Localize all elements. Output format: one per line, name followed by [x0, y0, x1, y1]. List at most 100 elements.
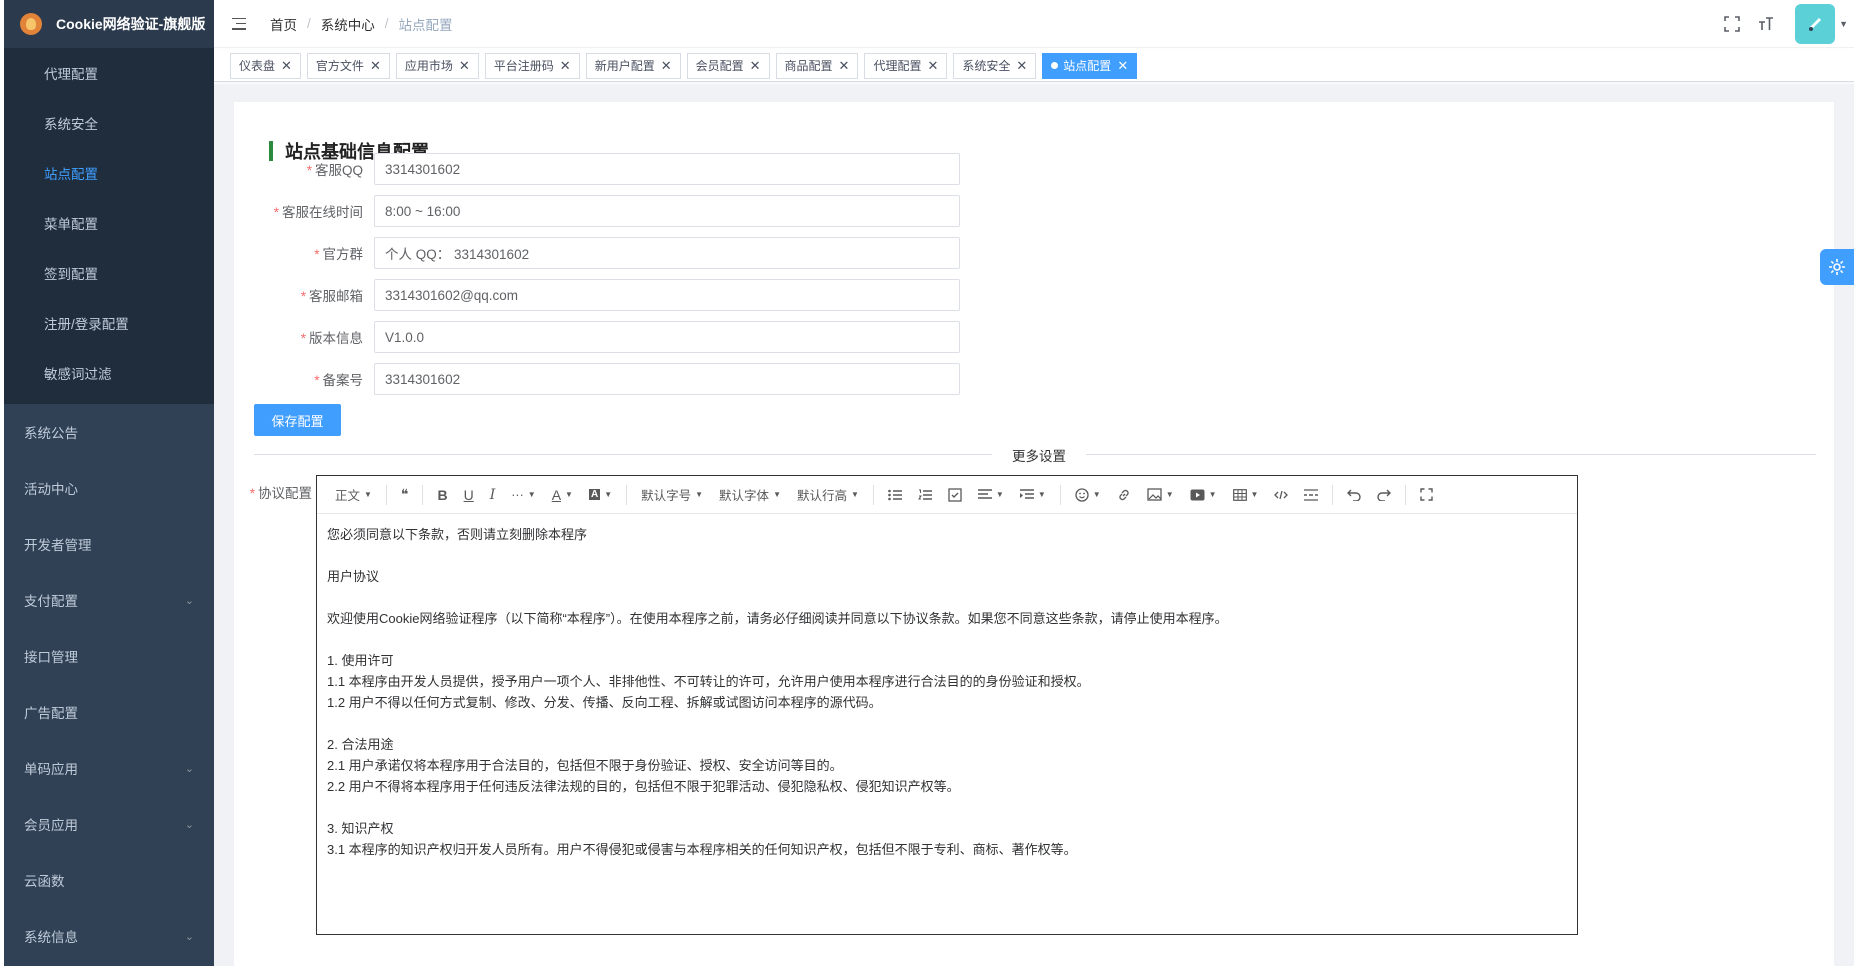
undo-icon[interactable] — [1339, 476, 1369, 514]
tag-register-code[interactable]: 平台注册码 ✕ — [484, 52, 580, 79]
paragraph-select[interactable]: 正文 ▼ — [327, 476, 380, 514]
email-input[interactable] — [374, 279, 960, 311]
font-color-icon[interactable]: A ▼ — [544, 476, 581, 514]
close-icon[interactable]: ✕ — [459, 58, 470, 74]
sidebar-item-label: 敏感词过滤 — [44, 367, 112, 382]
sidebar-item-cloud-function[interactable]: 云函数 — [4, 852, 214, 908]
field-label: * 官方群 — [314, 247, 363, 262]
bg-color-icon[interactable]: A ▼ — [581, 476, 620, 514]
avatar[interactable] — [1795, 4, 1836, 44]
sidebar: Cookie网络验证-旗舰版 代理配置 系统安全 站点配置 菜单配置 签到配置 … — [4, 0, 214, 966]
sidebar-item-checkin-config[interactable]: 签到配置 — [4, 248, 214, 298]
tag-new-user-config[interactable]: 新用户配置 ✕ — [585, 52, 681, 79]
redo-icon[interactable] — [1369, 476, 1399, 514]
chevron-down-icon: ⌄ — [184, 594, 194, 607]
fullscreen-icon[interactable] — [1717, 9, 1747, 39]
close-icon[interactable]: ✕ — [370, 58, 381, 74]
tag-label: 新用户配置 — [594, 59, 655, 73]
font-family-select[interactable]: 默认字体 ▼ — [711, 476, 789, 514]
italic-icon[interactable]: I — [482, 476, 504, 514]
sidebar-item-api[interactable]: 接口管理 — [4, 628, 214, 684]
tag-member-config[interactable]: 会员配置 ✕ — [686, 52, 770, 79]
tag-official-files[interactable]: 官方文件 ✕ — [306, 52, 390, 79]
close-icon[interactable]: ✕ — [1117, 58, 1128, 74]
close-icon[interactable]: ✕ — [560, 58, 571, 74]
tag-dashboard[interactable]: 仪表盘 ✕ — [230, 52, 301, 79]
hamburger-icon[interactable] — [232, 17, 246, 30]
font-size-select[interactable]: 默认字号 ▼ — [633, 476, 711, 514]
editor-content[interactable]: 您必须同意以下条款，否则请立刻删除本程序 用户协议 欢迎使用Cookie网络验证… — [317, 514, 1577, 870]
sidebar-item-site-config[interactable]: 站点配置 — [4, 148, 214, 198]
indent-icon[interactable]: ▼ — [1012, 476, 1054, 514]
close-icon[interactable]: ✕ — [927, 58, 938, 74]
sidebar-item-agent-config[interactable]: 代理配置 — [4, 48, 214, 98]
tag-site-config[interactable]: 站点配置 ✕ — [1042, 52, 1138, 79]
table-icon[interactable]: ▼ — [1225, 476, 1267, 514]
sidebar-item-ads[interactable]: 广告配置 — [4, 684, 214, 740]
qq-input[interactable] — [374, 153, 960, 185]
line-height-select[interactable]: 默认行高 ▼ — [789, 476, 867, 514]
sidebar-item-member-app[interactable]: 会员应用 ⌄ — [4, 796, 214, 852]
sidebar-item-login-config[interactable]: 注册/登录配置 — [4, 298, 214, 348]
tag-agent-config[interactable]: 代理配置 ✕ — [864, 52, 948, 79]
divider-text: 更多设置 — [992, 445, 1086, 465]
bold-icon[interactable]: B — [429, 476, 455, 514]
content-line: 1. 使用许可 — [327, 653, 394, 668]
font-size-icon[interactable] — [1751, 9, 1781, 39]
content-line: 3.1 本程序的知识产权归开发人员所有。用户不得侵犯或侵害与本程序相关的任何知识… — [327, 842, 1077, 857]
link-icon[interactable] — [1109, 476, 1139, 514]
caret-down-icon[interactable]: ▼ — [1839, 19, 1848, 29]
icp-input[interactable] — [374, 363, 960, 395]
sidebar-item-system-info[interactable]: 系统信息 ⌄ — [4, 908, 214, 964]
toolbar-separator — [1059, 484, 1061, 505]
sidebar-item-announcement[interactable]: 系统公告 — [4, 404, 214, 460]
bulleted-list-icon[interactable] — [880, 476, 910, 514]
sidebar-item-single-code[interactable]: 单码应用 ⌄ — [4, 740, 214, 796]
emoji-icon[interactable]: ▼ — [1067, 476, 1109, 514]
submenu: 代理配置 系统安全 站点配置 菜单配置 签到配置 注册/登录配置 敏感词过滤 — [4, 48, 214, 404]
close-icon[interactable]: ✕ — [661, 58, 672, 74]
settings-gear-icon[interactable] — [1820, 249, 1854, 285]
numbered-list-icon[interactable] — [910, 476, 940, 514]
sidebar-item-payment[interactable]: 支付配置 ⌄ — [4, 572, 214, 628]
app-main: 站点基础信息配置 *客服QQ *客服在线时间 *官方群 *客服邮箱 *版本信息 … — [214, 84, 1854, 966]
image-icon[interactable]: ▼ — [1139, 476, 1182, 514]
field-label: * 备案号 — [314, 373, 363, 388]
sidebar-item-label: 广告配置 — [24, 706, 78, 721]
sidebar-item-label: 系统信息 — [24, 930, 78, 945]
tag-system-security[interactable]: 系统安全 ✕ — [953, 52, 1037, 79]
sidebar-item-security[interactable]: 系统安全 — [4, 98, 214, 148]
brand[interactable]: Cookie网络验证-旗舰版 — [4, 0, 214, 48]
brand-title: Cookie网络验证-旗舰版 — [56, 16, 206, 32]
editor-toolbar: 正文 ▼ ❝ B U I ··· ▼ A ▼ A ▼ 默认字号 ▼ 默认字体 ▼ 默认行高 ▼… — [317, 476, 1577, 514]
version-input[interactable] — [374, 321, 960, 353]
sidebar-item-word-filter[interactable]: 敏感词过滤 — [4, 348, 214, 398]
tag-product-config[interactable]: 商品配置 ✕ — [775, 52, 859, 79]
tag-app-market[interactable]: 应用市场 ✕ — [395, 52, 479, 79]
sidebar-item-developer[interactable]: 开发者管理 — [4, 516, 214, 572]
close-icon[interactable]: ✕ — [281, 58, 292, 74]
save-button[interactable]: 保存配置 — [254, 404, 341, 436]
sidebar-item-label: 活动中心 — [24, 482, 78, 497]
close-icon[interactable]: ✕ — [1016, 58, 1027, 74]
underline-icon[interactable]: U — [456, 476, 482, 514]
breadcrumb-system[interactable]: 系统中心 — [321, 14, 375, 34]
content-line: 您必须同意以下条款，否则请立刻删除本程序 — [327, 527, 588, 542]
sidebar-item-menu-config[interactable]: 菜单配置 — [4, 198, 214, 248]
video-icon[interactable]: ▼ — [1182, 476, 1225, 514]
close-icon[interactable]: ✕ — [750, 58, 761, 74]
content-line: 3. 知识产权 — [327, 821, 394, 836]
code-icon[interactable] — [1266, 476, 1296, 514]
todo-list-icon[interactable] — [940, 476, 970, 514]
divider-icon[interactable] — [1296, 476, 1326, 514]
close-icon[interactable]: ✕ — [839, 58, 850, 74]
quote-icon[interactable]: ❝ — [393, 476, 417, 514]
align-icon[interactable]: ▼ — [970, 476, 1012, 514]
official-group-input[interactable] — [374, 237, 960, 269]
content-line: 1.1 本程序由开发人员提供，授予用户一项个人、非排他性、不可转让的许可，允许用… — [327, 674, 1090, 689]
fullscreen-icon[interactable] — [1412, 476, 1441, 514]
sidebar-item-activity[interactable]: 活动中心 — [4, 460, 214, 516]
more-style-icon[interactable]: ··· ▼ — [503, 476, 543, 514]
breadcrumb-home[interactable]: 首页 — [270, 14, 297, 34]
online-time-input[interactable] — [374, 195, 960, 227]
